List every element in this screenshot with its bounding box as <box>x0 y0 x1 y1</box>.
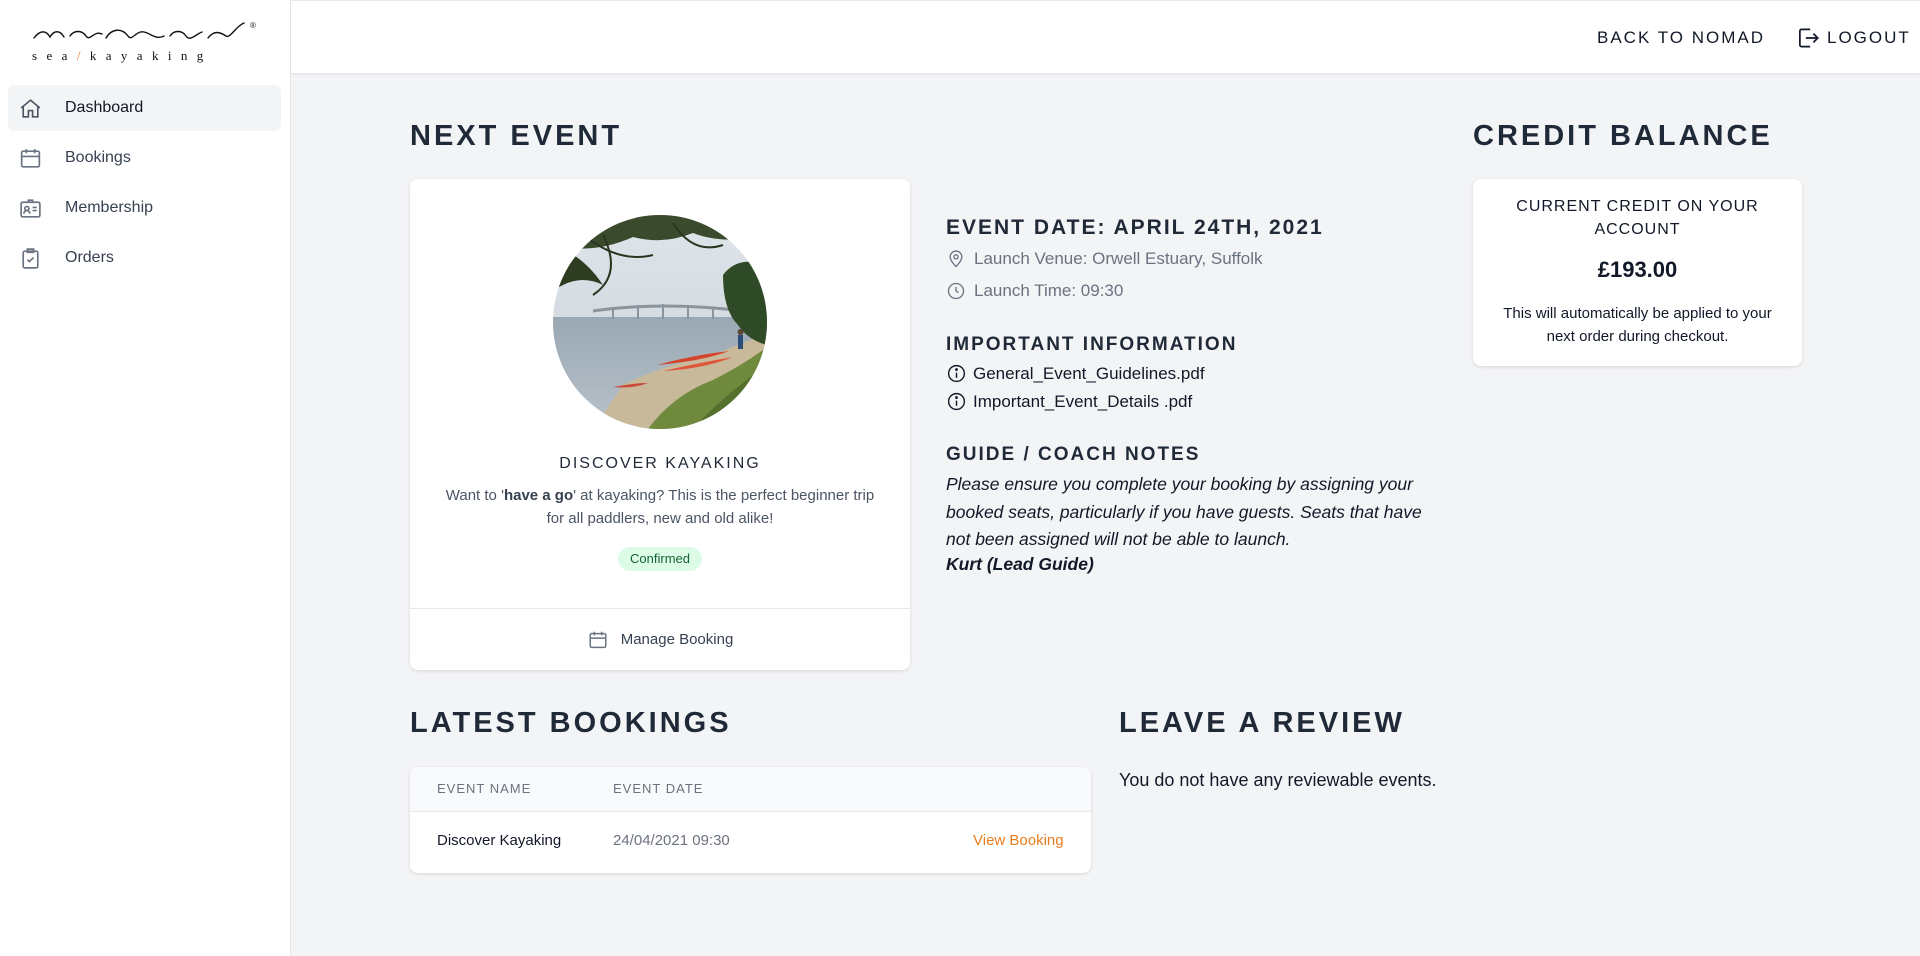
nomad-logo[interactable]: ® sea/kayaking <box>32 20 258 66</box>
latest-bookings-heading: LATEST BOOKINGS <box>410 707 732 739</box>
latest-bookings-table: EVENT NAME EVENT DATE Discover Kayaking … <box>410 767 1091 873</box>
sidebar-item-label: Bookings <box>65 149 131 166</box>
launch-venue: Launch Venue: Orwell Estuary, Suffolk <box>946 249 1263 269</box>
sidebar-item-membership[interactable]: Membership <box>8 185 281 231</box>
home-icon <box>20 98 41 118</box>
logout-button[interactable]: LOGOUT <box>1795 25 1911 51</box>
credit-balance-card: CURRENT CREDIT ON YOUR ACCOUNT £193.00 T… <box>1473 179 1802 366</box>
logo-tagline: sea/kayaking <box>32 48 213 63</box>
document-link[interactable]: Important_Event_Details .pdf <box>946 391 1192 412</box>
booking-event-date: 24/04/2021 09:30 <box>613 832 730 849</box>
sidebar-item-label: Orders <box>65 249 114 266</box>
estuary-photo-image <box>553 215 767 429</box>
info-icon <box>947 364 966 383</box>
logout-icon <box>1799 28 1819 48</box>
manage-booking-label: Manage Booking <box>620 631 734 648</box>
manage-booking-button[interactable]: Manage Booking <box>410 609 910 670</box>
column-header-event-name: EVENT NAME <box>437 781 532 796</box>
event-photo <box>553 215 767 429</box>
status-badge: Confirmed <box>618 547 702 571</box>
back-to-nomad-link[interactable]: BACK TO NOMAD <box>1597 28 1765 48</box>
guide-notes-text: Please ensure you complete your booking … <box>946 474 1422 549</box>
logout-label: LOGOUT <box>1827 28 1911 47</box>
clipboard-check-icon <box>22 247 39 269</box>
event-description: Want to 'have a go' at kayaking? This is… <box>445 487 875 527</box>
sidebar-item-dashboard[interactable]: Dashboard <box>8 85 281 131</box>
no-reviews-text: You do not have any reviewable events. <box>1119 770 1437 790</box>
next-event-heading: NEXT EVENT <box>410 120 623 152</box>
guide-notes-heading: GUIDE / COACH NOTES <box>946 444 1201 465</box>
sidebar-nav: Dashboard Bookings Membership Orders <box>8 85 281 285</box>
sidebar-item-bookings[interactable]: Bookings <box>8 135 281 181</box>
map-pin-icon <box>949 250 963 268</box>
table-header: EVENT NAME EVENT DATE <box>410 767 1091 812</box>
view-booking-link[interactable]: View Booking <box>973 832 1064 849</box>
launch-time: Launch Time: 09:30 <box>946 281 1123 301</box>
event-date: EVENT DATE: APRIL 24TH, 2021 <box>946 216 1324 239</box>
id-card-icon <box>20 198 41 218</box>
document-link[interactable]: General_Event_Guidelines.pdf <box>946 363 1205 384</box>
credit-amount: £193.00 <box>1597 257 1678 282</box>
credit-balance-heading: CREDIT BALANCE <box>1473 120 1773 152</box>
calendar-icon <box>589 631 607 648</box>
next-event-card: DISCOVER KAYAKING Want to 'have a go' at… <box>410 179 910 670</box>
sidebar-item-label: Dashboard <box>65 99 144 116</box>
calendar-icon <box>20 148 41 168</box>
important-information-heading: IMPORTANT INFORMATION <box>946 334 1238 355</box>
sidebar-item-orders[interactable]: Orders <box>8 235 281 281</box>
info-icon <box>947 392 966 411</box>
credit-label: CURRENT CREDIT ON YOUR ACCOUNT <box>1516 198 1759 238</box>
sidebar: ® sea/kayaking Dashboard Bookings Member… <box>0 0 291 956</box>
leave-review-heading: LEAVE A REVIEW <box>1119 707 1405 739</box>
nomad-script-logo: ® <box>33 21 256 39</box>
column-header-event-date: EVENT DATE <box>613 781 704 796</box>
guide-signature: Kurt (Lead Guide) <box>946 554 1094 574</box>
booking-event-name: Discover Kayaking <box>437 832 562 849</box>
clock-icon <box>947 282 965 300</box>
top-bar: BACK TO NOMAD LOGOUT <box>291 0 1920 74</box>
svg-text:®: ® <box>250 21 256 30</box>
event-title: DISCOVER KAYAKING <box>559 455 761 472</box>
sidebar-item-label: Membership <box>65 199 154 216</box>
credit-note: This will automatically be applied to yo… <box>1503 305 1772 345</box>
